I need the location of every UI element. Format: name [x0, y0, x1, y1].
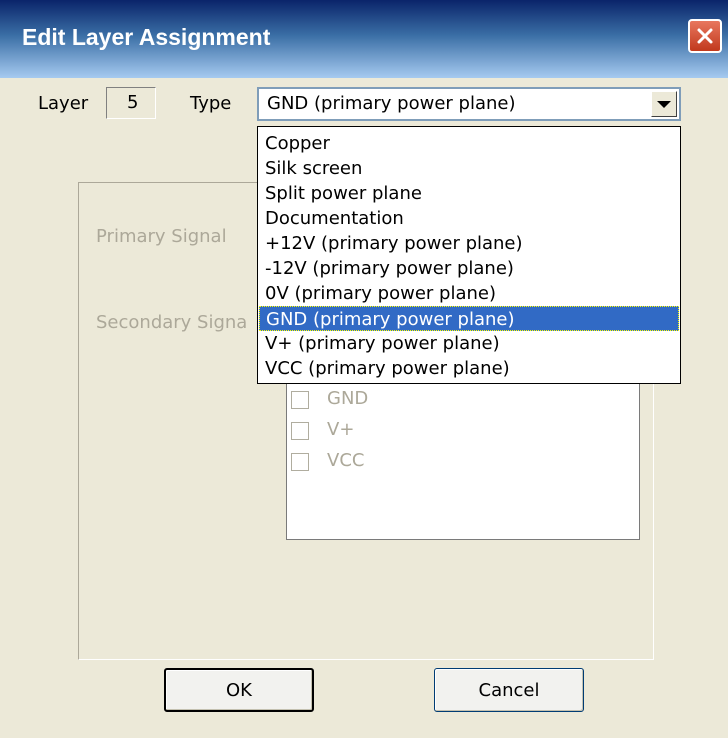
secondary-signal-list[interactable]: GND V+ VCC	[286, 372, 640, 540]
vplus-label: V+	[327, 419, 355, 440]
vcc-label: VCC	[327, 450, 365, 471]
layer-label: Layer	[38, 93, 89, 114]
title-bar: Edit Layer Assignment	[0, 0, 728, 78]
primary-signal-label: Primary Signal	[96, 226, 227, 247]
dropdown-option[interactable]: +12V (primary power plane)	[259, 231, 679, 256]
close-icon	[697, 28, 713, 44]
chevron-down-icon	[657, 100, 671, 108]
dropdown-option[interactable]: VCC (primary power plane)	[259, 356, 679, 381]
layer-value: 5	[127, 92, 139, 113]
gnd-label: GND	[327, 388, 369, 409]
dropdown-option[interactable]: 0V (primary power plane)	[259, 281, 679, 306]
dropdown-option[interactable]: Split power plane	[259, 181, 679, 206]
layer-value-box: 5	[106, 87, 156, 119]
type-combobox[interactable]: GND (primary power plane)	[257, 87, 681, 121]
vcc-checkbox[interactable]	[291, 453, 309, 471]
vplus-checkbox[interactable]	[291, 422, 309, 440]
type-label: Type	[190, 93, 232, 114]
dropdown-option[interactable]: -12V (primary power plane)	[259, 256, 679, 281]
close-button[interactable]	[688, 19, 722, 53]
ok-button[interactable]: OK	[164, 668, 314, 712]
dropdown-option[interactable]: Copper	[259, 131, 679, 156]
cancel-button[interactable]: Cancel	[434, 668, 584, 712]
type-dropdown-list[interactable]: Copper Silk screen Split power plane Doc…	[257, 126, 681, 384]
dropdown-option[interactable]: Documentation	[259, 206, 679, 231]
dropdown-option[interactable]: V+ (primary power plane)	[259, 331, 679, 356]
type-selected-value: GND (primary power plane)	[267, 93, 516, 114]
dialog-body: Layer 5 Type GND (primary power plane) P…	[0, 78, 728, 738]
secondary-signal-label: Secondary Signa	[96, 312, 248, 333]
type-dropdown-button[interactable]	[651, 91, 677, 117]
dropdown-option[interactable]: Silk screen	[259, 156, 679, 181]
window-title: Edit Layer Assignment	[22, 24, 271, 50]
dropdown-option-selected[interactable]: GND (primary power plane)	[259, 306, 679, 331]
gnd-checkbox[interactable]	[291, 391, 309, 409]
